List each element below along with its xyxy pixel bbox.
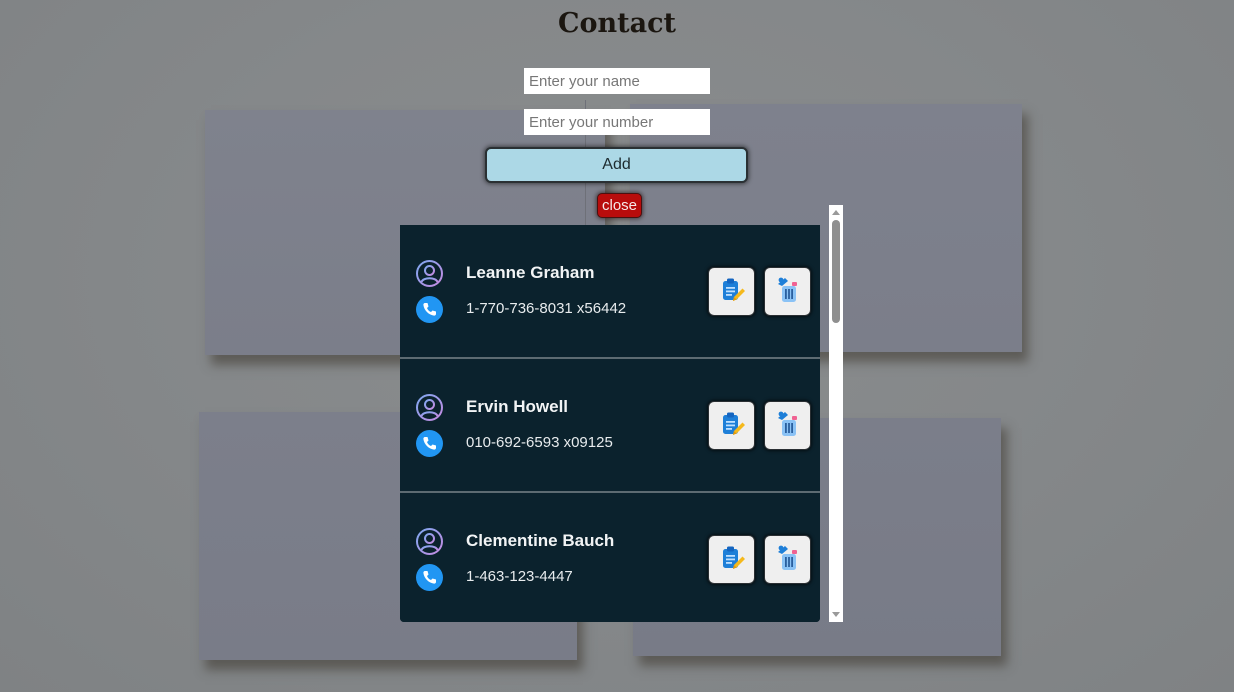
name-input[interactable] xyxy=(524,68,710,94)
contact-list: Leanne Graham 1-770-736-8031 x56442 Ervi… xyxy=(400,225,820,622)
user-circle-icon xyxy=(415,527,444,556)
delete-button[interactable] xyxy=(764,401,811,450)
scroll-up-arrow-icon[interactable] xyxy=(832,210,840,215)
contact-card: Clementine Bauch 1-463-123-4447 xyxy=(400,493,820,622)
add-button[interactable]: Add xyxy=(485,147,748,183)
delete-button[interactable] xyxy=(764,535,811,584)
contact-phone: 1-770-736-8031 x56442 xyxy=(466,300,627,317)
delete-button[interactable] xyxy=(764,267,811,316)
contact-card: Ervin Howell 010-692-6593 x09125 xyxy=(400,359,820,493)
contact-phone: 010-692-6593 x09125 xyxy=(466,434,613,451)
user-circle-icon xyxy=(415,393,444,422)
page-title: Contact xyxy=(557,8,676,39)
contact-name: Ervin Howell xyxy=(466,397,569,416)
list-scrollbar[interactable] xyxy=(829,205,843,622)
trash-icon xyxy=(773,275,803,308)
phone-icon xyxy=(415,563,444,592)
phone-icon xyxy=(415,295,444,324)
user-circle-icon xyxy=(415,259,444,288)
contact-name: Leanne Graham xyxy=(466,263,595,282)
close-button[interactable]: close xyxy=(597,193,642,218)
trash-icon xyxy=(773,409,803,442)
edit-button[interactable] xyxy=(708,535,755,584)
contact-card: Leanne Graham 1-770-736-8031 x56442 xyxy=(400,225,820,359)
scrollbar-thumb[interactable] xyxy=(832,220,840,323)
number-input[interactable] xyxy=(524,109,710,135)
contact-phone: 1-463-123-4447 xyxy=(466,568,573,585)
clipboard-edit-icon xyxy=(717,275,747,308)
trash-icon xyxy=(773,543,803,576)
phone-icon xyxy=(415,429,444,458)
contact-name: Clementine Bauch xyxy=(466,531,615,550)
clipboard-edit-icon xyxy=(717,409,747,442)
scroll-down-arrow-icon[interactable] xyxy=(832,612,840,617)
clipboard-edit-icon xyxy=(717,543,747,576)
edit-button[interactable] xyxy=(708,267,755,316)
edit-button[interactable] xyxy=(708,401,755,450)
